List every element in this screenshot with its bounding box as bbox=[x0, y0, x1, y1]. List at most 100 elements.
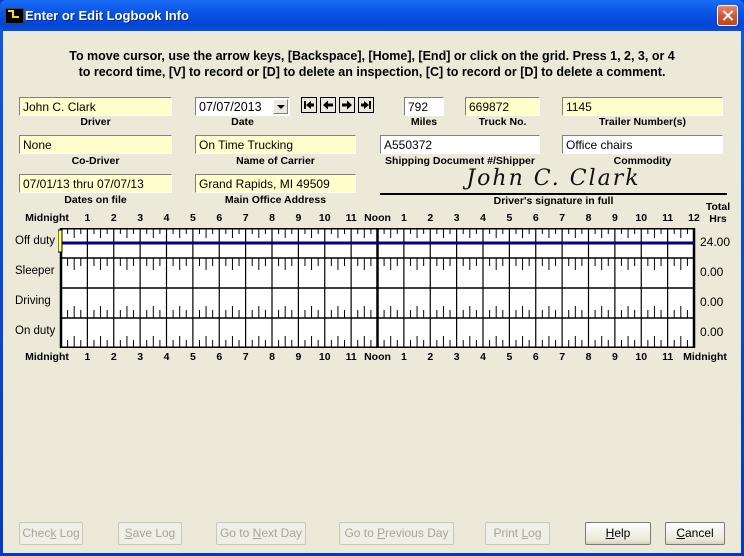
bottom-hour-label: 9 bbox=[611, 351, 618, 363]
total-hours-on-duty: 0.00 bbox=[700, 325, 724, 339]
top-hour-label: 2 bbox=[427, 212, 434, 224]
next-day-button[interactable] bbox=[339, 97, 355, 113]
instructions-text: To move cursor, use the arrow keys, [Bac… bbox=[3, 48, 741, 80]
total-hours-off-duty: 24.00 bbox=[700, 235, 731, 249]
button-label-part: ext Day bbox=[261, 526, 303, 540]
bottom-hour-label: 5 bbox=[506, 351, 513, 363]
total-hours-driving: 0.00 bbox=[700, 295, 724, 309]
total-hours-sleeper: 0.00 bbox=[700, 265, 724, 279]
top-hour-label: 6 bbox=[216, 212, 223, 224]
button-label-part: P bbox=[377, 526, 386, 540]
status-label-driving: Driving bbox=[15, 295, 51, 307]
date-label: Date bbox=[231, 116, 254, 128]
bottom-hour-label: 2 bbox=[427, 351, 434, 363]
previous-day-button[interactable] bbox=[320, 97, 336, 113]
top-hour-label: 7 bbox=[242, 212, 249, 224]
arrow-right-icon bbox=[342, 100, 352, 110]
cancel-button[interactable]: Cancel bbox=[665, 522, 725, 545]
bottom-hour-label: 7 bbox=[559, 351, 566, 363]
dates-on-file-label: Dates on file bbox=[64, 194, 127, 206]
bottom-hour-label: 2 bbox=[110, 351, 117, 363]
co-driver-field[interactable]: None bbox=[19, 135, 172, 154]
co-driver-label: Co-Driver bbox=[71, 155, 120, 167]
button-label-part: Go to bbox=[344, 526, 378, 540]
last-day-button[interactable] bbox=[358, 97, 374, 113]
bottom-hour-label: 1 bbox=[400, 351, 407, 363]
close-icon[interactable] bbox=[717, 5, 738, 26]
trailer-number-field[interactable]: 1145 bbox=[562, 97, 723, 116]
driver-label: Driver bbox=[80, 116, 111, 128]
shipping-document-field[interactable]: A550372 bbox=[380, 135, 540, 154]
office-address-field[interactable]: Grand Rapids, MI 49509 bbox=[195, 174, 356, 193]
bottom-hour-label: 10 bbox=[318, 351, 331, 363]
dates-on-file-field[interactable]: 07/01/13 thru 07/07/13 bbox=[19, 174, 172, 193]
date-select[interactable]: 07/07/2013 bbox=[195, 97, 290, 116]
signature-label: Driver's signature in full bbox=[493, 195, 614, 207]
bottom-hour-label: 1 bbox=[84, 351, 91, 363]
button-label-part: revious Day bbox=[385, 526, 449, 540]
bottom-hour-label: 6 bbox=[216, 351, 223, 363]
button-label-part: ancel bbox=[684, 526, 714, 540]
go-to-next-day-button[interactable]: Go to Next Day bbox=[216, 522, 306, 545]
bottom-hour-label: 4 bbox=[480, 351, 486, 363]
date-value: 07/07/2013 bbox=[199, 100, 262, 114]
chevron-down-icon[interactable] bbox=[273, 99, 288, 114]
top-hour-labels: Midnight 1 2 3 4 5 6 7 8 9 10 11 Noon 1 2 3 4 5 6 7 8 9 10 11 12 bbox=[3, 212, 741, 226]
bottom-hour-label: 8 bbox=[269, 351, 275, 363]
button-label-part: elp bbox=[614, 526, 631, 540]
carrier-name-label: Name of Carrier bbox=[236, 155, 315, 167]
top-hour-label: Noon bbox=[364, 212, 391, 224]
save-log-button[interactable]: Save Log bbox=[118, 522, 182, 545]
title-bar[interactable]: Enter or Edit Logbook Info bbox=[0, 0, 744, 31]
bottom-hour-label: 6 bbox=[532, 351, 539, 363]
top-hour-label: 4 bbox=[480, 212, 486, 224]
top-hour-label: 7 bbox=[559, 212, 566, 224]
button-label-part: Print bbox=[493, 526, 522, 540]
miles-label: Miles bbox=[410, 116, 438, 128]
logbook-dialog: Enter or Edit Logbook Info To move curso… bbox=[0, 0, 744, 556]
check-log-button[interactable]: Check Log bbox=[19, 522, 83, 545]
first-icon bbox=[304, 101, 314, 109]
bottom-hour-label: Midnight bbox=[25, 351, 69, 363]
button-label-part: S bbox=[124, 526, 133, 540]
first-day-button[interactable] bbox=[301, 97, 317, 113]
commodity-field[interactable]: Office chairs bbox=[562, 135, 723, 154]
instructions-line-1: To move cursor, use the arrow keys, [Bac… bbox=[69, 49, 675, 63]
top-hour-label: 9 bbox=[611, 212, 618, 224]
driver-signature: John C. Clark bbox=[466, 166, 641, 191]
print-log-button[interactable]: Print Log bbox=[485, 522, 550, 545]
truck-number-field[interactable]: 669872 bbox=[465, 97, 540, 116]
bottom-hour-label: 3 bbox=[453, 351, 460, 363]
arrow-left-icon bbox=[323, 100, 333, 110]
bottom-hour-label: 11 bbox=[345, 351, 357, 363]
log-grid[interactable] bbox=[57, 226, 696, 350]
grid-cursor bbox=[57, 229, 63, 253]
status-label-on-duty: On duty bbox=[15, 325, 56, 337]
help-button[interactable]: Help bbox=[585, 522, 651, 545]
button-label-part: og bbox=[528, 526, 542, 540]
driver-field[interactable]: John C. Clark bbox=[19, 97, 172, 116]
app-logbook-icon bbox=[5, 8, 24, 24]
bottom-hour-label: 11 bbox=[662, 351, 674, 363]
top-hour-label: 1 bbox=[84, 212, 91, 224]
carrier-name-field[interactable]: On Time Trucking bbox=[195, 135, 356, 154]
bottom-hour-label: 10 bbox=[635, 351, 648, 363]
top-hour-label: 10 bbox=[318, 212, 331, 224]
miles-field[interactable]: 792 bbox=[404, 97, 444, 116]
dialog-body: To move cursor, use the arrow keys, [Bac… bbox=[3, 31, 741, 553]
top-hour-label: 1 bbox=[400, 212, 407, 224]
bottom-hour-label: 9 bbox=[295, 351, 302, 363]
go-to-previous-day-button[interactable]: Go to Previous Day bbox=[339, 522, 454, 545]
top-hour-label: 11 bbox=[662, 212, 674, 224]
bottom-hour-label: 4 bbox=[163, 351, 170, 363]
last-icon bbox=[361, 101, 371, 109]
button-label-part: Chec bbox=[22, 526, 51, 540]
bottom-hour-label: 3 bbox=[137, 351, 144, 363]
button-label-part: C bbox=[676, 526, 685, 540]
log-grid-canvas[interactable] bbox=[57, 226, 696, 350]
total-hours-header: Total Hrs bbox=[705, 201, 731, 225]
truck-number-label: Truck No. bbox=[478, 116, 527, 128]
top-hour-label: 9 bbox=[295, 212, 302, 224]
bottom-hour-label: 7 bbox=[242, 351, 249, 363]
top-hour-label: 8 bbox=[269, 212, 275, 224]
